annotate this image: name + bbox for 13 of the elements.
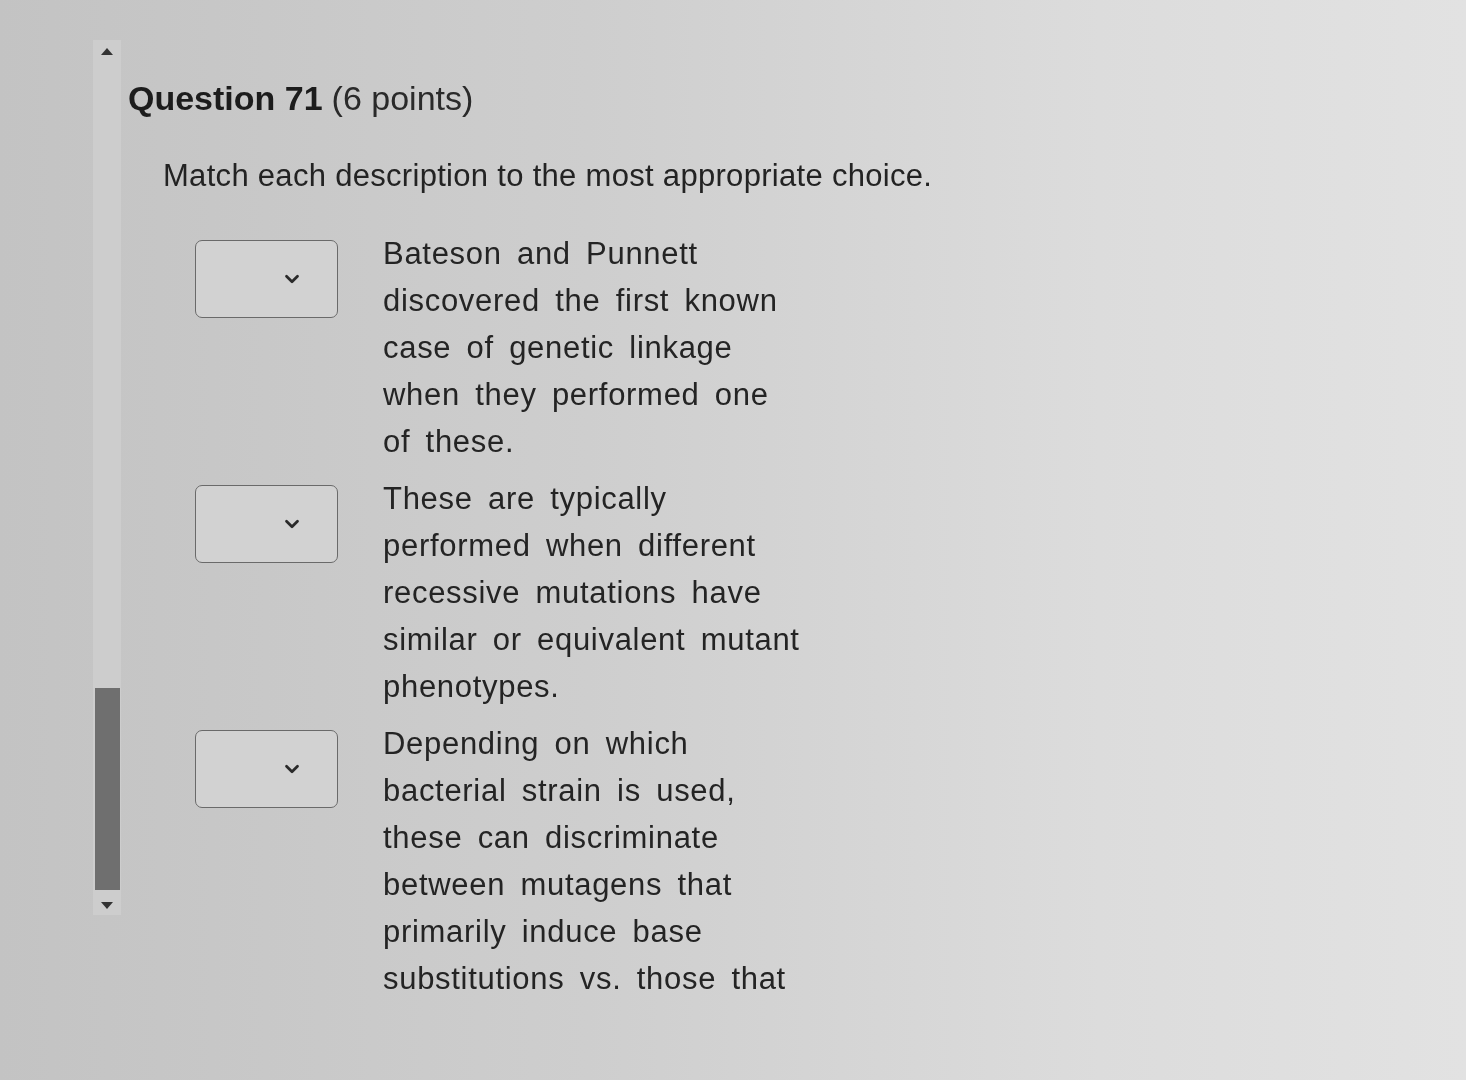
scrollbar-thumb[interactable] bbox=[94, 688, 120, 890]
question-title: Question 71 bbox=[128, 78, 323, 119]
question-points: (6 points) bbox=[331, 78, 474, 119]
match-description: Depending on which bacterial strain is used, these can discriminate between mutagens that primarily induce base substitutions vs. those that bbox=[383, 725, 787, 998]
scroll-up-arrow-icon[interactable] bbox=[101, 48, 113, 55]
scroll-down-arrow-icon[interactable] bbox=[101, 902, 113, 909]
scrollbar[interactable] bbox=[93, 40, 121, 915]
match-description: Bateson and Punnett discovered the first known case of genetic linkage when they performed one of these. bbox=[383, 235, 779, 461]
match-description: These are typically performed when different recessive mutations have similar or equivalent mutant phenotypes. bbox=[383, 480, 801, 706]
answer-dropdown[interactable] bbox=[195, 485, 338, 563]
answer-dropdown[interactable] bbox=[195, 240, 338, 318]
question-prompt: Match each description to the most appropriate choice. bbox=[163, 157, 933, 195]
answer-dropdown[interactable] bbox=[195, 730, 338, 808]
